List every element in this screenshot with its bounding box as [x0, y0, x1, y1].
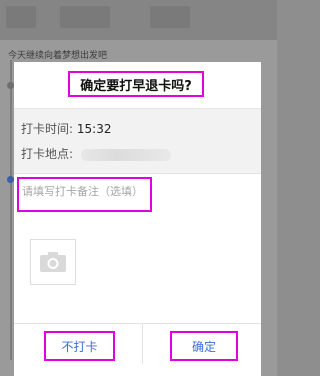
time-label: 打卡时间: [21, 122, 74, 136]
blurred-header [0, 0, 277, 40]
background-slogan: 今天继续向着梦想出发吧 [8, 51, 108, 61]
remark-input[interactable]: 请填写打卡备注（选填） [17, 177, 152, 212]
timeline-line [10, 60, 12, 360]
dialog-header: 确定要打早退卡吗? [14, 62, 261, 109]
blurred-block [6, 6, 36, 28]
dialog-title: 确定要打早退卡吗? [68, 71, 204, 97]
confirm-button[interactable]: 确定 [170, 331, 238, 361]
time-row: 打卡时间: 15:32 [21, 120, 111, 137]
timeline-dot-active [7, 176, 14, 183]
blurred-block [60, 6, 110, 28]
add-photo-button[interactable] [30, 239, 76, 285]
time-value: 15:32 [76, 122, 112, 136]
camera-icon [40, 252, 66, 272]
location-value-blurred [80, 148, 171, 161]
checkin-info: 打卡时间: 15:32 打卡地点: [14, 109, 261, 174]
early-checkout-dialog: 确定要打早退卡吗? 打卡时间: 15:32 打卡地点: 请填写打卡备注（选填） … [14, 62, 261, 376]
dialog-footer: 不打卡 确定 [14, 323, 261, 376]
location-row: 打卡地点: [21, 145, 171, 162]
location-label: 打卡地点: [21, 147, 74, 161]
footer-divider [142, 324, 143, 364]
timeline-dot [7, 82, 14, 89]
cancel-button[interactable]: 不打卡 [44, 331, 115, 361]
blurred-block [150, 6, 190, 28]
